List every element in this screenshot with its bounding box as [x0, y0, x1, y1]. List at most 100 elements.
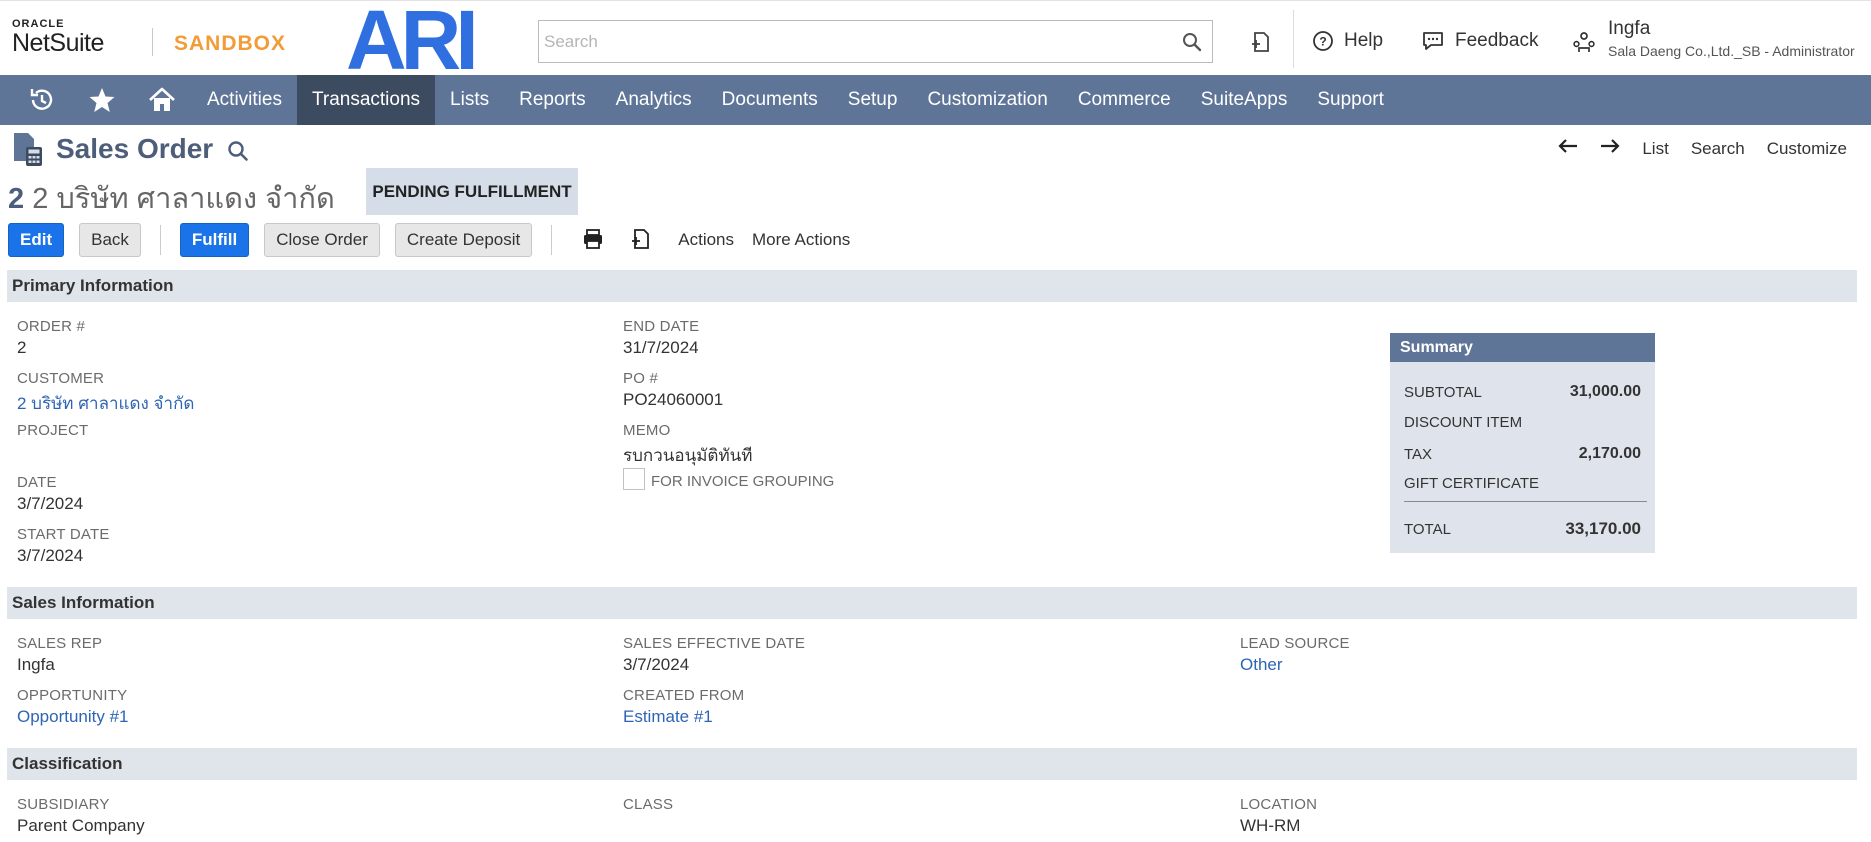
action-buttons: Edit Back Fulfill Close Order Create Dep… — [8, 223, 850, 257]
new-record-icon[interactable] — [630, 228, 652, 253]
more-actions-menu[interactable]: More Actions — [752, 230, 850, 250]
field-start-date: START DATE 3/7/2024 — [17, 526, 110, 566]
summary-label: TAX — [1404, 445, 1433, 463]
field-value: PO24060001 — [623, 390, 724, 409]
search-icon[interactable] — [1172, 21, 1212, 62]
nav-support[interactable]: Support — [1302, 75, 1399, 125]
title-search-icon[interactable] — [227, 140, 249, 165]
recent-records-icon[interactable] — [1249, 30, 1273, 54]
nav-suiteapps[interactable]: SuiteApps — [1186, 75, 1303, 125]
summary-subtotal: SUBTOTAL 31,000.00 — [1404, 383, 1641, 401]
field-label: SUBSIDIARY — [17, 796, 110, 813]
field-date: DATE 3/7/2024 — [17, 474, 83, 514]
field-value: 31/7/2024 — [623, 338, 699, 357]
netsuite-logo[interactable]: ORACLE NetSuite — [12, 19, 104, 56]
ari-logo-text: ARI — [346, 5, 473, 75]
summary-discount: DISCOUNT ITEM — [1404, 414, 1641, 431]
field-customer: CUSTOMER 2 บริษัท ศาลาแดง จำกัด — [17, 370, 194, 417]
close-order-button[interactable]: Close Order — [264, 223, 380, 257]
field-value: 2 — [17, 338, 27, 357]
print-icon[interactable] — [582, 228, 604, 253]
field-label: LEAD SOURCE — [1240, 635, 1350, 652]
user-menu[interactable]: Ingfa Sala Daeng Co.,Ltd._SB - Administr… — [1608, 18, 1855, 59]
opportunity-link[interactable]: Opportunity #1 — [17, 707, 129, 727]
search-input[interactable] — [539, 21, 1172, 62]
role-switch-icon[interactable] — [1571, 29, 1597, 55]
field-po-number: PO # PO24060001 — [623, 370, 723, 410]
create-deposit-button[interactable]: Create Deposit — [394, 223, 533, 257]
created-from-link[interactable]: Estimate #1 — [623, 707, 744, 727]
field-label: DATE — [17, 474, 57, 491]
field-value: Ingfa — [17, 655, 55, 674]
field-value: 3/7/2024 — [623, 655, 690, 674]
page-title-row: Sales Order — [12, 131, 249, 167]
previous-record-arrow-icon[interactable] — [1558, 138, 1578, 159]
field-end-date: END DATE 31/7/2024 — [623, 318, 699, 358]
record-name: 2 บริษัท ศาลาแดง จำกัด — [32, 183, 335, 215]
nav-lists[interactable]: Lists — [435, 75, 504, 125]
field-label: END DATE — [623, 318, 700, 335]
nav-setup[interactable]: Setup — [833, 75, 913, 125]
lead-source-link[interactable]: Other — [1240, 655, 1350, 675]
help-label: Help — [1344, 30, 1384, 51]
nav-customization[interactable]: Customization — [912, 75, 1062, 125]
invoice-grouping-checkbox[interactable] — [623, 467, 645, 490]
recent-history-icon[interactable] — [12, 75, 72, 125]
section-sales-information[interactable]: Sales Information — [7, 587, 1857, 619]
favorites-star-icon[interactable] — [72, 75, 132, 125]
field-created-from: CREATED FROM Estimate #1 — [623, 687, 744, 727]
field-label: PO # — [623, 370, 658, 387]
help-link[interactable]: ? Help — [1312, 30, 1383, 52]
edit-button[interactable]: Edit — [8, 223, 65, 257]
button-divider — [551, 225, 553, 255]
back-button[interactable]: Back — [79, 223, 141, 257]
home-icon[interactable] — [132, 75, 192, 125]
summary-panel: Summary SUBTOTAL 31,000.00 DISCOUNT ITEM… — [1390, 333, 1655, 553]
field-label: SALES REP — [17, 635, 103, 652]
field-label: MEMO — [623, 422, 671, 439]
nav-documents[interactable]: Documents — [707, 75, 833, 125]
field-label: SALES EFFECTIVE DATE — [623, 635, 806, 652]
summary-label: TOTAL — [1404, 520, 1451, 538]
customer-link[interactable]: 2 บริษัท ศาลาแดง จำกัด — [17, 390, 194, 417]
field-order-number: ORDER # 2 — [17, 318, 85, 358]
nav-activities[interactable]: Activities — [192, 75, 297, 125]
field-value: WH-RM — [1240, 816, 1301, 835]
actions-menu[interactable]: Actions — [678, 230, 734, 250]
field-location: LOCATION WH-RM — [1240, 796, 1317, 836]
field-label: CREATED FROM — [623, 687, 745, 704]
field-label: CLASS — [623, 796, 674, 813]
summary-label: SUBTOTAL — [1404, 383, 1482, 401]
feedback-link[interactable]: Feedback — [1421, 30, 1538, 52]
summary-total: TOTAL 33,170.00 — [1404, 519, 1641, 539]
fulfill-button[interactable]: Fulfill — [179, 223, 250, 257]
status-badge: PENDING FULFILLMENT — [366, 168, 578, 215]
button-divider — [159, 225, 161, 255]
page-title: Sales Order — [56, 133, 214, 164]
user-role: Sala Daeng Co.,Ltd._SB - Administrator — [1608, 43, 1855, 59]
field-label: ORDER # — [17, 318, 86, 335]
nav-commerce[interactable]: Commerce — [1063, 75, 1186, 125]
invoice-grouping-label: FOR INVOICE GROUPING — [651, 473, 835, 490]
field-sales-rep: SALES REP Ingfa — [17, 635, 102, 675]
field-label: PROJECT — [17, 422, 89, 439]
nav-analytics[interactable]: Analytics — [601, 75, 707, 125]
help-icon: ? — [1313, 31, 1333, 51]
feedback-label: Feedback — [1455, 30, 1539, 51]
record-title: 2 2 บริษัท ศาลาแดง จำกัด — [8, 175, 335, 221]
customize-link[interactable]: Customize — [1767, 139, 1847, 159]
nav-transactions[interactable]: Transactions — [296, 75, 436, 125]
section-primary-information[interactable]: Primary Information — [7, 270, 1857, 302]
search-link[interactable]: Search — [1691, 139, 1745, 159]
summary-label: GIFT CERTIFICATE — [1404, 475, 1540, 492]
section-classification[interactable]: Classification — [7, 748, 1857, 780]
logo-divider — [152, 28, 153, 56]
next-record-arrow-icon[interactable] — [1600, 138, 1620, 159]
list-link[interactable]: List — [1642, 139, 1668, 159]
field-label: CUSTOMER — [17, 370, 105, 387]
nav-reports[interactable]: Reports — [504, 75, 601, 125]
field-invoice-grouping: FOR INVOICE GROUPING — [623, 467, 834, 490]
netsuite-logo-text: NetSuite — [12, 29, 104, 57]
feedback-icon — [1423, 32, 1443, 50]
global-search[interactable] — [538, 20, 1213, 63]
